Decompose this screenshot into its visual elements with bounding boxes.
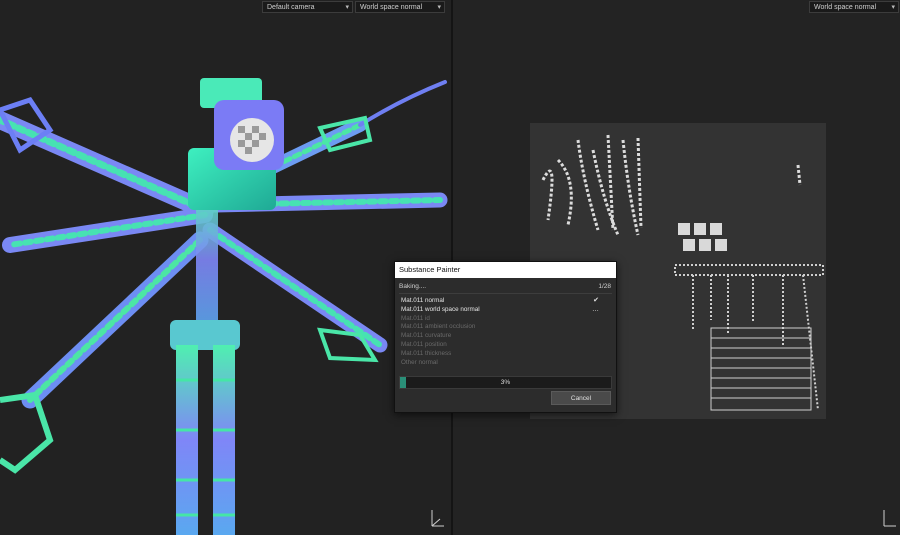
bake-progress-label: 3% (500, 379, 511, 386)
chevron-down-icon: ▾ (437, 4, 441, 11)
bake-task-item: Mat.011 world space normal … (401, 306, 607, 315)
in-progress-indicator: … (592, 305, 599, 313)
axis-gizmo-icon (883, 510, 896, 527)
channel-dropdown-2d-value: World space normal (814, 4, 877, 11)
bake-task-item: Mat.011 id (401, 315, 607, 324)
baking-status: Baking.... (399, 283, 427, 290)
bake-task-list: Mat.011 normal ✔ Mat.011 world space norma… (401, 297, 607, 367)
dialog-separator (399, 293, 612, 294)
bake-task-item: Mat.011 curvature (401, 332, 607, 341)
bake-task-item: Mat.011 ambient occlusion (401, 323, 607, 332)
channel-dropdown-3d-value: World space normal (360, 4, 423, 11)
model-render (0, 78, 448, 535)
cancel-button[interactable]: Cancel (551, 391, 611, 405)
bake-task-item: Mat.011 normal ✔ (401, 297, 607, 306)
baking-dialog: Substance Painter Baking.... 1/28 Mat.01… (394, 261, 617, 413)
bake-task-label: Mat.011 ambient occlusion (401, 323, 476, 331)
channel-dropdown-3d[interactable]: World space normal ▾ (355, 1, 445, 13)
bake-task-label: Mat.011 normal (401, 297, 445, 304)
channel-dropdown-2d[interactable]: World space normal ▾ (809, 1, 899, 13)
axis-gizmo-icon (431, 510, 444, 527)
bake-task-item: Mat.011 position (401, 341, 607, 350)
viewport-3d[interactable]: Default camera ▾ World space normal ▾ (0, 0, 451, 535)
bake-counter: 1/28 (598, 283, 611, 290)
checkmark-icon: ✔ (593, 297, 599, 304)
bake-task-label: Mat.011 thickness (401, 349, 452, 357)
camera-dropdown[interactable]: Default camera ▾ (262, 1, 353, 13)
bake-task-label: Mat.011 id (401, 314, 430, 322)
chevron-down-icon: ▾ (891, 4, 895, 11)
bake-task-label: Mat.011 world space normal (401, 305, 480, 313)
chevron-down-icon: ▾ (345, 4, 349, 11)
bake-task-label: Mat.011 curvature (401, 332, 452, 340)
camera-dropdown-value: Default camera (267, 4, 315, 11)
bake-progress-bar: 3% (399, 376, 612, 389)
bake-task-label: Mat.011 position (401, 340, 447, 348)
bake-task-item: Mat.011 thickness (401, 350, 607, 359)
dialog-title: Substance Painter (395, 262, 616, 278)
bake-task-item: Other normal (401, 359, 607, 368)
bake-task-label: Other normal (401, 358, 438, 366)
